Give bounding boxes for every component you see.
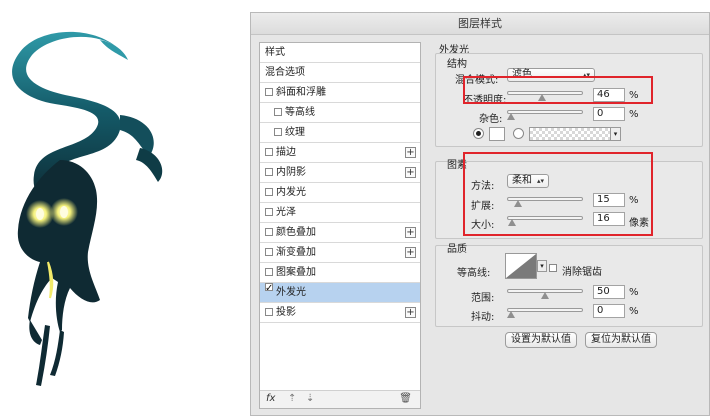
elements-highlight-box (463, 152, 653, 236)
add-icon[interactable]: + (405, 227, 416, 238)
range-input[interactable]: 50 (593, 285, 625, 299)
style-checkbox[interactable] (265, 168, 273, 176)
jitter-slider[interactable] (507, 305, 583, 318)
style-item[interactable]: 样式 (260, 43, 420, 63)
style-checkbox[interactable] (274, 128, 282, 136)
jitter-slider-track (507, 308, 583, 312)
jitter-label: 抖动: (471, 312, 495, 323)
style-item[interactable]: 等高线 (260, 103, 420, 123)
glow-gradient-picker[interactable]: ▾ (529, 127, 621, 141)
style-list-toolbar: fx ⇡ ⇣ 🗑 (260, 390, 420, 408)
jitter-slider-thumb[interactable] (507, 311, 515, 318)
chevron-down-icon[interactable]: ▾ (537, 260, 547, 272)
style-checkbox[interactable] (265, 248, 273, 256)
style-item-label: 纹理 (285, 127, 305, 138)
style-checkbox[interactable] (265, 208, 273, 216)
character-illustration (12, 31, 163, 386)
make-default-button[interactable]: 设置为默认值 (505, 332, 577, 348)
dialog-title: 图层样式 (251, 13, 709, 35)
style-item[interactable]: 内发光 (260, 183, 420, 203)
add-icon[interactable]: + (405, 247, 416, 258)
style-checkbox[interactable] (265, 88, 273, 96)
style-item[interactable]: 图案叠加 (260, 263, 420, 283)
structure-title: 结构 (447, 59, 467, 70)
style-checkbox[interactable] (265, 308, 273, 316)
noise-unit: % (629, 109, 639, 120)
noise-input[interactable]: 0 (593, 107, 625, 121)
contour-label: 等高线: (457, 268, 491, 279)
style-item[interactable]: 纹理 (260, 123, 420, 143)
style-checkbox[interactable] (274, 108, 282, 116)
opacity-highlight-box (463, 76, 653, 104)
style-item-label: 渐变叠加 (276, 247, 316, 258)
jitter-unit: % (629, 306, 639, 317)
style-item-label: 斜面和浮雕 (276, 87, 326, 98)
style-item-label: 内发光 (276, 187, 306, 198)
style-item[interactable]: 斜面和浮雕 (260, 83, 420, 103)
noise-label: 杂色: (479, 114, 503, 125)
range-slider-thumb[interactable] (541, 292, 549, 299)
style-item-label: 投影 (276, 307, 296, 318)
trash-icon[interactable]: 🗑 (399, 393, 412, 404)
fx-icon[interactable]: fx (266, 393, 275, 404)
contour-curve-icon (506, 254, 536, 278)
style-item[interactable]: 内阴影 + (260, 163, 420, 183)
style-item-label: 图案叠加 (276, 267, 316, 278)
style-item-label: 颜色叠加 (276, 227, 316, 238)
noise-slider-thumb[interactable] (507, 113, 515, 120)
style-item-label: 描边 (276, 147, 296, 158)
style-checkbox[interactable] (265, 188, 273, 196)
move-down-icon[interactable]: ⇣ (306, 393, 314, 404)
style-checkbox[interactable] (265, 228, 273, 236)
reset-default-button[interactable]: 复位为默认值 (585, 332, 657, 348)
style-item-label: 混合选项 (265, 67, 305, 78)
antialias-checkbox[interactable] (549, 264, 557, 272)
layer-style-dialog: 图层样式 样式 混合选项 斜面和浮雕 等高线 纹理 描边 + 内阴影 + 内发光 光泽 颜色叠加 + 渐变… (250, 12, 710, 416)
style-item[interactable]: 混合选项 (260, 63, 420, 83)
style-item[interactable]: 描边 + (260, 143, 420, 163)
style-item-label: 光泽 (276, 207, 296, 218)
contour-picker[interactable]: ▾ (505, 253, 547, 279)
gradient-radio[interactable] (513, 128, 524, 139)
style-item[interactable]: 渐变叠加 + (260, 243, 420, 263)
noise-slider[interactable] (507, 107, 583, 120)
style-checkbox[interactable] (265, 283, 273, 291)
chevron-down-icon[interactable]: ▾ (610, 128, 620, 140)
character-body (17, 160, 101, 386)
style-item[interactable]: 外发光 (260, 283, 420, 303)
style-checkbox[interactable] (265, 268, 273, 276)
style-item[interactable]: 颜色叠加 + (260, 223, 420, 243)
style-item-label: 等高线 (285, 107, 315, 118)
move-up-icon[interactable]: ⇡ (288, 393, 296, 404)
glow-color-swatch[interactable] (489, 127, 505, 141)
add-icon[interactable]: + (405, 147, 416, 158)
style-item-label: 外发光 (276, 287, 306, 298)
style-checkbox[interactable] (265, 148, 273, 156)
range-label: 范围: (471, 293, 495, 304)
solid-color-radio[interactable] (473, 128, 484, 139)
add-icon[interactable]: + (405, 307, 416, 318)
noise-slider-track (507, 110, 583, 114)
range-unit: % (629, 287, 639, 298)
style-item-label: 样式 (265, 47, 285, 58)
style-list: 样式混合选项斜面和浮雕等高线纹理描边 + 内阴影 + 内发光光泽颜色叠加 + 渐变叠加 + 图案… (259, 42, 421, 409)
add-icon[interactable]: + (405, 167, 416, 178)
style-item-label: 内阴影 (276, 167, 306, 178)
style-item[interactable]: 投影 + (260, 303, 420, 323)
jitter-input[interactable]: 0 (593, 304, 625, 318)
antialias-label: 消除锯齿 (562, 267, 602, 278)
style-item[interactable]: 光泽 (260, 203, 420, 223)
range-slider[interactable] (507, 286, 583, 299)
quality-title: 品质 (447, 244, 467, 255)
